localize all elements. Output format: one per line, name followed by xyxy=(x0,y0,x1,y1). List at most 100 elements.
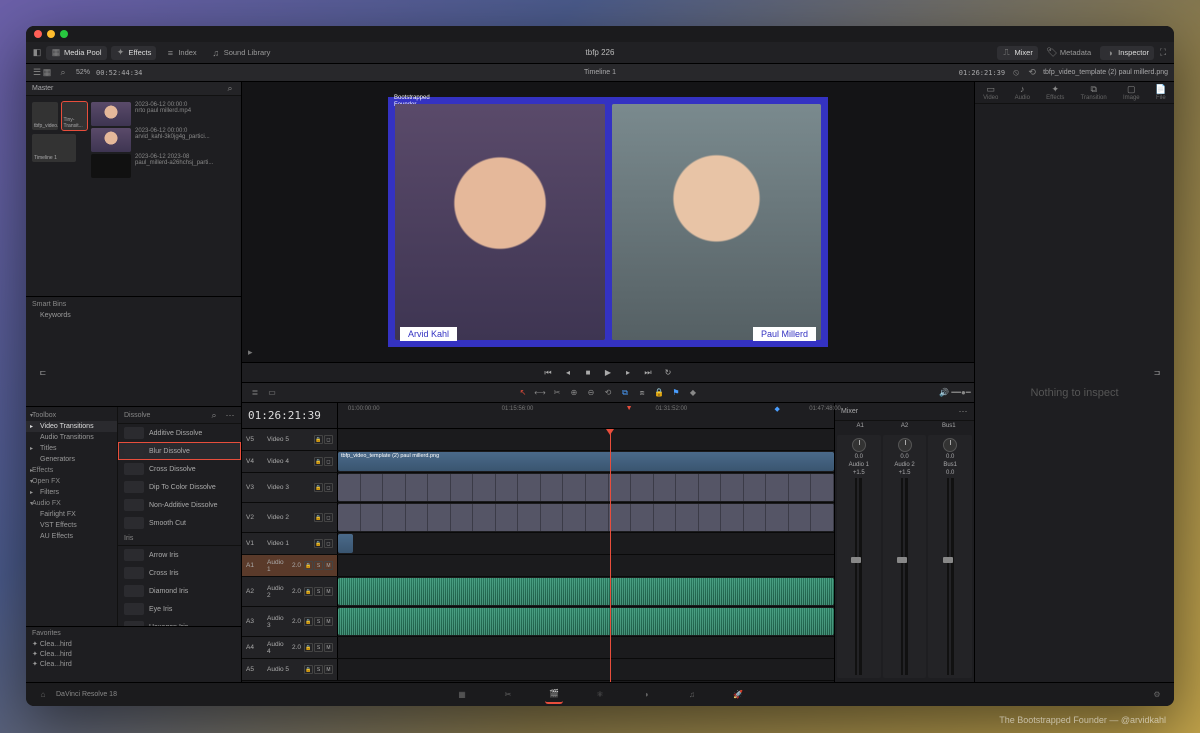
media-row[interactable]: 2023-06-12 00:00:0arvid_kahl-3k0jg4g_par… xyxy=(91,128,235,152)
trim-tool-icon[interactable]: ⟷ xyxy=(533,386,547,400)
cat-video-transitions[interactable]: ▸Video Transitions xyxy=(26,421,117,432)
minimize-icon[interactable] xyxy=(47,30,55,38)
inspector-button[interactable]: ◑Inspector xyxy=(1100,46,1154,60)
replace-icon[interactable]: ⟲ xyxy=(601,386,615,400)
last-frame-button[interactable]: ⏭ xyxy=(641,366,655,380)
more-icon[interactable]: ⋯ xyxy=(958,407,968,417)
fader[interactable] xyxy=(901,478,903,675)
more-icon[interactable]: ⋯ xyxy=(225,410,235,420)
link-icon[interactable]: ⧉ xyxy=(618,386,632,400)
video-clip[interactable] xyxy=(338,474,834,501)
page-cut[interactable]: ✂ xyxy=(499,686,517,704)
mixer-button[interactable]: ⎍Mixer xyxy=(997,46,1038,60)
audio-clip[interactable] xyxy=(338,578,834,605)
tab-file[interactable]: 📄File xyxy=(1156,84,1166,101)
media-pool-button[interactable]: ▦Media Pool xyxy=(46,46,107,60)
fullscreen-icon[interactable]: ⛶ xyxy=(1158,48,1168,58)
favorite-item[interactable]: ✦ Clea...hird xyxy=(32,639,235,649)
toolbox-header[interactable]: ▾Toolbox xyxy=(26,410,117,421)
cat-audio-transitions[interactable]: Audio Transitions xyxy=(26,432,117,443)
stop-button[interactable]: ■ xyxy=(581,366,595,380)
playhead[interactable] xyxy=(610,429,611,682)
page-edit[interactable]: 🎬 xyxy=(545,686,563,704)
overwrite-icon[interactable]: ⊖ xyxy=(584,386,598,400)
list-view-icon[interactable]: ☰ xyxy=(32,68,42,78)
next-frame-button[interactable]: ▸ xyxy=(621,366,635,380)
mark-out-icon[interactable]: ⊐ xyxy=(1150,366,1164,380)
tab-video[interactable]: ▭Video xyxy=(983,84,998,101)
page-media[interactable]: ▦ xyxy=(453,686,471,704)
first-frame-button[interactable]: ⏮ xyxy=(541,366,555,380)
fx-additive-dissolve[interactable]: Additive Dissolve xyxy=(118,424,241,442)
fx-blur-dissolve[interactable]: Blur Dissolve xyxy=(118,442,241,460)
prev-frame-button[interactable]: ◂ xyxy=(561,366,575,380)
marker-icon[interactable]: ▼ xyxy=(626,405,633,412)
tab-image[interactable]: ▢Image xyxy=(1123,84,1140,101)
timecode-display[interactable]: 01:26:21:39 xyxy=(242,403,338,428)
fx-diamond-iris[interactable]: Diamond Iris xyxy=(118,582,241,600)
video-clip[interactable] xyxy=(338,504,834,531)
fx-dip-to-color[interactable]: Dip To Color Dissolve xyxy=(118,478,241,496)
tab-effects[interactable]: ✦Effects xyxy=(1046,84,1064,101)
favorite-item[interactable]: ✦ Clea...hird xyxy=(32,659,235,669)
metadata-button[interactable]: 🏷Metadata xyxy=(1042,46,1096,60)
page-color[interactable]: ◑ xyxy=(637,686,655,704)
page-deliver[interactable]: 🚀 xyxy=(729,686,747,704)
sound-library-button[interactable]: ♫Sound Library xyxy=(206,46,276,60)
cat-vst[interactable]: VST Effects xyxy=(26,520,117,531)
fx-smooth-cut[interactable]: Smooth Cut xyxy=(118,514,241,532)
audio-clip[interactable] xyxy=(338,608,834,635)
page-fairlight[interactable]: ♫ xyxy=(683,686,701,704)
index-button[interactable]: ≡Index xyxy=(160,46,201,60)
home-button[interactable]: ⌂ xyxy=(34,686,52,704)
cat-titles[interactable]: ▸Titles xyxy=(26,443,117,454)
workspace-icon[interactable]: ◧ xyxy=(32,48,42,58)
page-fusion[interactable]: ⚛ xyxy=(591,686,609,704)
zoom-slider[interactable]: ━━●━ xyxy=(954,386,968,400)
media-row[interactable]: 2023-06-12 2023-08paul_millerd-a26hchsj_… xyxy=(91,154,235,178)
marker-icon[interactable]: ◆ xyxy=(686,386,700,400)
mark-in-icon[interactable]: ⊏ xyxy=(36,366,50,380)
in-point-icon[interactable]: ▸ xyxy=(248,347,253,358)
loop-button[interactable]: ↻ xyxy=(661,366,675,380)
media-row[interactable]: 2023-06-12 00:00:0nrto paul millerd.mp4 xyxy=(91,102,235,126)
loop-icon[interactable]: ⟲ xyxy=(1027,68,1037,78)
tab-audio[interactable]: ♪Audio xyxy=(1015,84,1030,101)
pan-knob[interactable] xyxy=(852,438,866,452)
stacked-icon[interactable]: ▭ xyxy=(265,386,279,400)
tab-transition[interactable]: ⧉Transition xyxy=(1081,84,1107,101)
play-button[interactable]: ▶ xyxy=(601,366,615,380)
favorite-item[interactable]: ✦ Clea...hird xyxy=(32,649,235,659)
fx-cross-dissolve[interactable]: Cross Dissolve xyxy=(118,460,241,478)
audio-icon[interactable]: 🔊 xyxy=(937,386,951,400)
fx-hexagon-iris[interactable]: Hexagon Iris xyxy=(118,618,241,626)
cat-openfx[interactable]: ▾Open FX xyxy=(26,476,117,487)
cat-generators[interactable]: Generators xyxy=(26,454,117,465)
cat-audiofx[interactable]: ▾Audio FX xyxy=(26,498,117,509)
pan-knob[interactable] xyxy=(898,438,912,452)
close-icon[interactable] xyxy=(34,30,42,38)
effects-button[interactable]: ✦Effects xyxy=(111,46,157,60)
media-thumbnail[interactable]: tbfp_video... xyxy=(32,102,58,130)
keywords-bin[interactable]: Keywords xyxy=(32,312,235,319)
timeline-thumbnail[interactable]: Timeline 1 xyxy=(32,134,76,162)
zoom-percent[interactable]: 52% xyxy=(76,69,90,76)
video-clip[interactable]: tbfp_video_template (2) paul millerd.png xyxy=(338,452,834,471)
cat-fairlight[interactable]: Fairlight FX xyxy=(26,509,117,520)
fader[interactable] xyxy=(855,478,857,675)
insert-icon[interactable]: ⊕ xyxy=(567,386,581,400)
timeline-ruler[interactable]: 01:00:00:00 01:15:56:00 01:31:52:00 01:4… xyxy=(338,403,834,428)
timeline-options-icon[interactable]: ≣ xyxy=(248,386,262,400)
settings-button[interactable]: ⚙ xyxy=(1148,686,1166,704)
blade-tool-icon[interactable]: ✂ xyxy=(550,386,564,400)
cat-filters[interactable]: ▸Filters xyxy=(26,487,117,498)
maximize-icon[interactable] xyxy=(60,30,68,38)
pan-knob[interactable] xyxy=(943,438,957,452)
master-bin-row[interactable]: Master ⌕ xyxy=(26,82,241,96)
preview-frame[interactable]: BootstrappedFounder Arvid Kahl Paul Mill… xyxy=(388,97,828,347)
fx-arrow-iris[interactable]: Arrow Iris xyxy=(118,546,241,564)
cat-effects[interactable]: ▸Effects xyxy=(26,465,117,476)
lock-track-icon[interactable]: 🔒 xyxy=(314,435,323,444)
video-clip[interactable] xyxy=(338,534,353,553)
marker-icon[interactable]: ◆ xyxy=(774,405,779,413)
